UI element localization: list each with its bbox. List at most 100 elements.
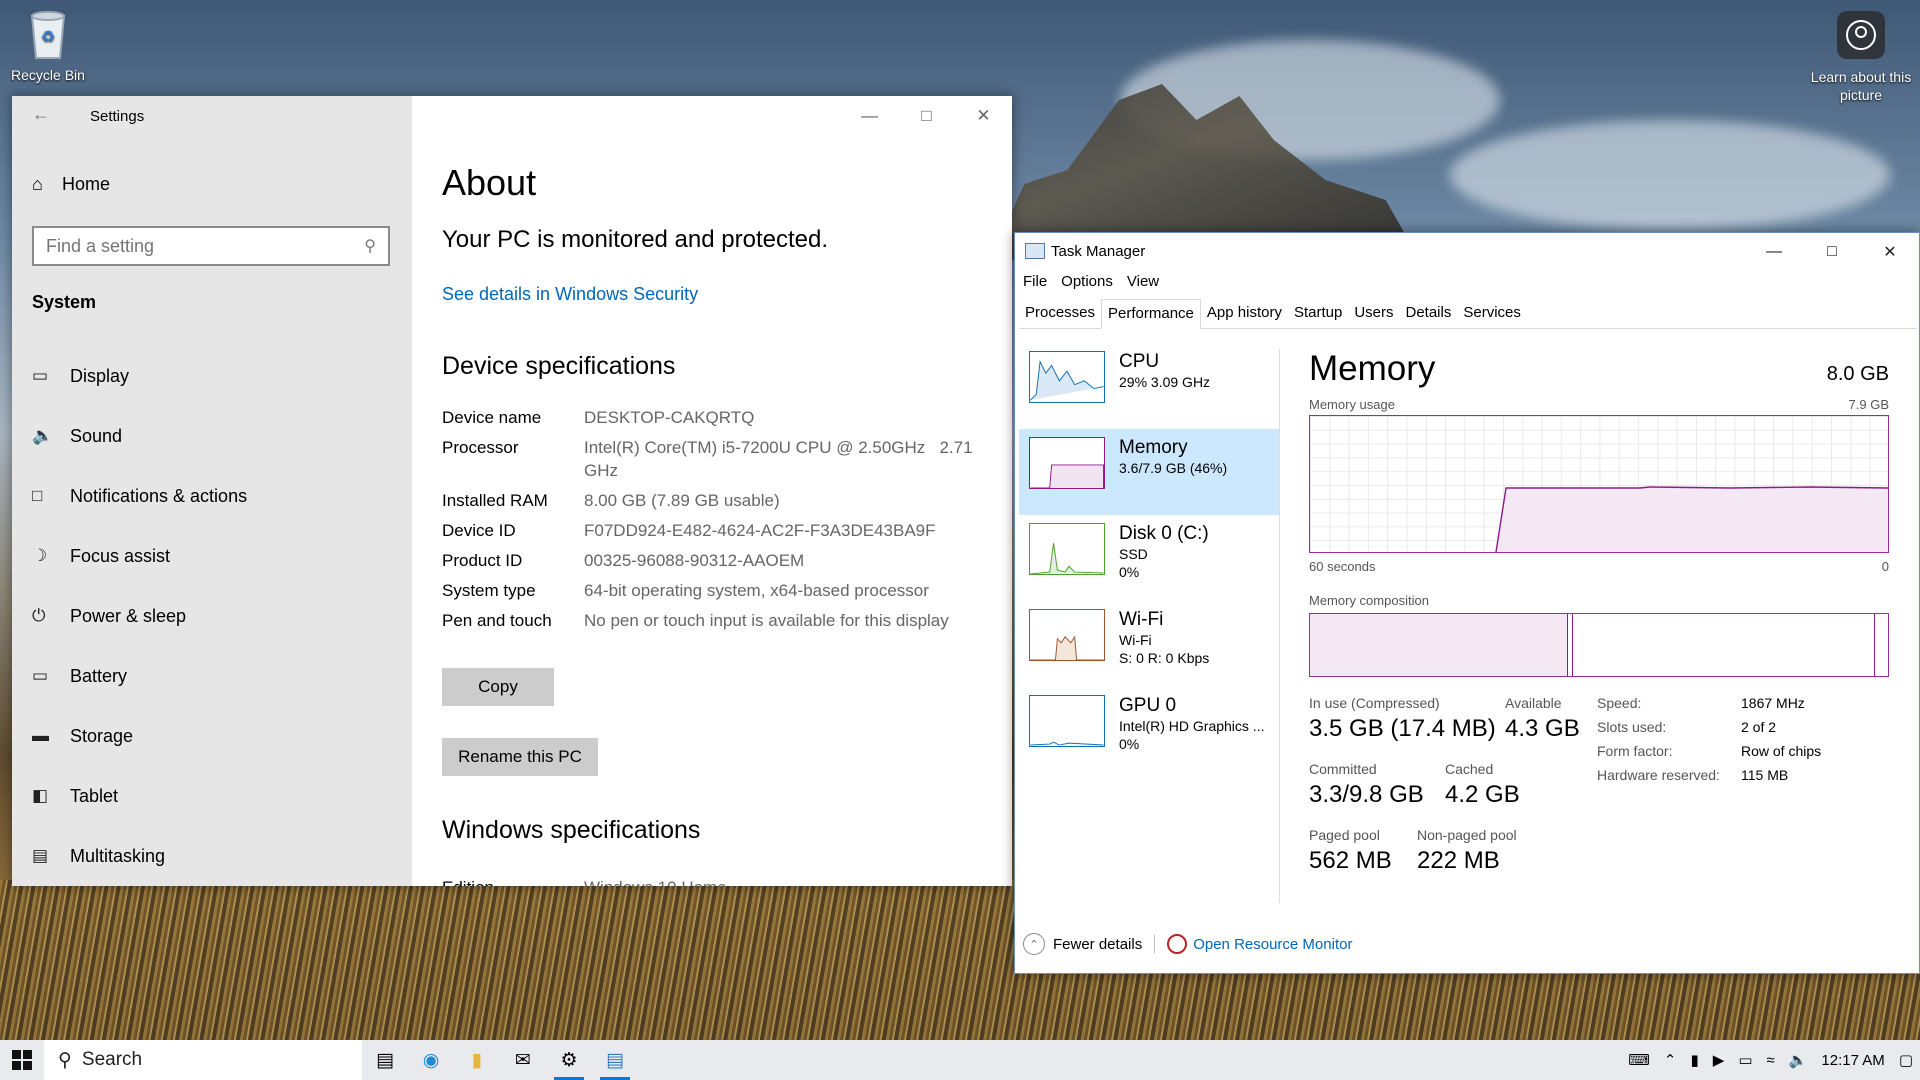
nav-item-tablet[interactable]: ◧ Tablet bbox=[32, 766, 392, 826]
resource-detail: 0% bbox=[1119, 736, 1140, 752]
tab-startup[interactable]: Startup bbox=[1288, 299, 1348, 328]
recycle-bin-shortcut[interactable]: ♻ Recycle Bin bbox=[6, 8, 90, 83]
mail-button[interactable]: ✉ bbox=[500, 1040, 546, 1080]
memory-total: 8.0 GB bbox=[1826, 363, 1889, 385]
home-label: Home bbox=[62, 174, 111, 194]
wifi-icon[interactable]: ≈ bbox=[1760, 1052, 1782, 1069]
task-manager-icon: ▤ bbox=[606, 1049, 624, 1071]
resource-detail: SSD bbox=[1119, 546, 1148, 562]
menu-file[interactable]: File bbox=[1023, 273, 1047, 290]
resource-detail: Intel(R) HD Graphics ... bbox=[1119, 718, 1265, 734]
task-manager-taskbar-button[interactable]: ▤ bbox=[592, 1040, 638, 1080]
available-value: 4.3 GB bbox=[1505, 715, 1580, 742]
nav-item-notifications[interactable]: □ Notifications & actions bbox=[32, 466, 392, 526]
spec-value: F07DD924-E482-4624-AC2F-F3A3DE43BA9F bbox=[584, 521, 936, 540]
task-view-button[interactable]: ▤ bbox=[362, 1040, 408, 1080]
tab-performance[interactable]: Performance bbox=[1101, 299, 1201, 329]
slots-value: 2 of 2 bbox=[1741, 719, 1777, 735]
nav-item-label: Storage bbox=[70, 725, 134, 746]
clock[interactable]: 12:17 AM bbox=[1814, 1052, 1891, 1069]
nav-item-battery[interactable]: ▭ Battery bbox=[32, 646, 392, 706]
menu-view[interactable]: View bbox=[1127, 273, 1159, 290]
volume-icon[interactable]: 🔈 bbox=[1782, 1051, 1815, 1069]
video-icon[interactable]: ▶ bbox=[1706, 1051, 1732, 1069]
battery-icon: ▭ bbox=[32, 666, 49, 685]
resource-wifi[interactable]: Wi-Fi Wi-Fi S: 0 R: 0 Kbps bbox=[1019, 601, 1279, 687]
back-arrow-icon[interactable]: ← bbox=[32, 104, 50, 125]
spec-key: Pen and touch bbox=[442, 611, 552, 630]
settings-taskbar-button[interactable]: ⚙ bbox=[546, 1040, 592, 1080]
resource-name: Memory bbox=[1119, 437, 1188, 458]
search-icon: ⚲ bbox=[58, 1049, 72, 1071]
nav-item-focus-assist[interactable]: ☽ Focus assist bbox=[32, 526, 392, 586]
nav-item-power-sleep[interactable]: ⏻ Power & sleep bbox=[32, 586, 392, 646]
paged-pool-value: 562 MB bbox=[1309, 847, 1392, 874]
notification-center-icon[interactable]: ▢ bbox=[1892, 1051, 1920, 1069]
learn-about-picture-shortcut[interactable]: Learn about this picture bbox=[1806, 10, 1916, 104]
fewer-details-link[interactable]: Fewer details bbox=[1053, 936, 1142, 953]
resource-gpu[interactable]: GPU 0 Intel(R) HD Graphics ... 0% bbox=[1019, 687, 1279, 773]
memory-title: Memory bbox=[1309, 349, 1436, 388]
form-factor-label: Form factor: bbox=[1597, 743, 1673, 759]
windows-logo-icon bbox=[12, 1050, 32, 1070]
task-manager-window: Task Manager — □ ✕ File Options View Pro… bbox=[1014, 232, 1920, 974]
windows-specs-heading: Windows specifications bbox=[442, 816, 701, 844]
nav-item-storage[interactable]: ▬ Storage bbox=[32, 706, 392, 766]
tab-app-history[interactable]: App history bbox=[1201, 299, 1288, 328]
hardware-reserved-label: Hardware reserved: bbox=[1597, 767, 1720, 783]
resource-memory[interactable]: Memory 3.6/7.9 GB (46%) bbox=[1019, 429, 1279, 515]
copy-button[interactable]: Copy bbox=[442, 668, 554, 706]
close-icon[interactable]: ✕ bbox=[1861, 233, 1919, 271]
taskbar-search-box[interactable]: ⚲ Search bbox=[44, 1040, 362, 1080]
standby-segment bbox=[1874, 614, 1875, 676]
taskbar: ⚲ Search ▤ ◉ ▮ ✉ ⚙ ▤ ⌨ ⌃ ▮ ▶ ▭ ≈ 🔈 12:17… bbox=[0, 1040, 1920, 1080]
resource-cpu[interactable]: CPU 29% 3.09 GHz bbox=[1019, 343, 1279, 429]
battery-icon[interactable]: ▭ bbox=[1731, 1051, 1759, 1069]
maximize-icon[interactable]: □ bbox=[1803, 233, 1861, 271]
page-title: About bbox=[442, 162, 537, 203]
chevron-up-icon[interactable]: ⌃ bbox=[1023, 933, 1045, 955]
settings-search-box[interactable]: ⚲ bbox=[32, 226, 390, 266]
edge-button[interactable]: ◉ bbox=[408, 1040, 454, 1080]
resource-name: CPU bbox=[1119, 351, 1160, 372]
tm-tabs: Processes Performance App history Startu… bbox=[1019, 299, 1917, 329]
nav-item-display[interactable]: ▭ Display bbox=[32, 346, 392, 406]
tab-processes[interactable]: Processes bbox=[1019, 299, 1101, 328]
spec-row: System type 64-bit operating system, x64-… bbox=[442, 579, 982, 602]
spec-value: 00325-96088-90312-AAOEM bbox=[584, 551, 805, 570]
nav-item-sound[interactable]: 🔈 Sound bbox=[32, 406, 392, 466]
tab-services[interactable]: Services bbox=[1457, 299, 1527, 328]
menu-options[interactable]: Options bbox=[1061, 273, 1113, 290]
tab-details[interactable]: Details bbox=[1400, 299, 1458, 328]
gpu-thumbnail-graph bbox=[1029, 695, 1105, 747]
settings-search-input[interactable] bbox=[46, 235, 365, 257]
settings-nav-list: ▭ Display 🔈 Sound □ Notifications & actions… bbox=[32, 346, 392, 886]
resource-disk[interactable]: Disk 0 (C:) SSD 0% bbox=[1019, 515, 1279, 601]
spec-value: Intel(R) Core(TM) i5-7200U CPU @ 2.50GHz… bbox=[584, 438, 978, 480]
home-nav-item[interactable]: ⌂ Home bbox=[32, 174, 110, 195]
tablet-mode-icon[interactable]: ▮ bbox=[1684, 1051, 1706, 1069]
tab-users[interactable]: Users bbox=[1348, 299, 1399, 328]
open-resource-monitor-link[interactable]: Open Resource Monitor bbox=[1193, 936, 1352, 953]
resource-detail: 0% bbox=[1119, 564, 1140, 580]
in-use-segment bbox=[1310, 614, 1568, 676]
spec-key: System type bbox=[442, 581, 536, 600]
spec-value: DESKTOP-CAKQRTQ bbox=[584, 408, 755, 427]
committed-value: 3.3/9.8 GB bbox=[1309, 781, 1424, 808]
file-explorer-button[interactable]: ▮ bbox=[454, 1040, 500, 1080]
chevron-up-icon[interactable]: ⌃ bbox=[1657, 1051, 1684, 1069]
nav-item-multitasking[interactable]: ▤ Multitasking bbox=[32, 826, 392, 886]
keyboard-icon[interactable]: ⌨ bbox=[1621, 1051, 1657, 1069]
minimize-icon[interactable]: — bbox=[1745, 233, 1803, 271]
committed-label: Committed bbox=[1309, 761, 1377, 777]
rename-pc-button[interactable]: Rename this PC bbox=[442, 738, 598, 776]
start-button[interactable] bbox=[0, 1050, 44, 1070]
spec-row: Device ID F07DD924-E482-4624-AC2F-F3A3DE4… bbox=[442, 519, 982, 542]
windows-security-link[interactable]: See details in Windows Security bbox=[442, 284, 698, 305]
device-specs-table: Device name DESKTOP-CAKQRTQ Processor Inte… bbox=[442, 406, 982, 639]
storage-icon: ▬ bbox=[32, 726, 49, 745]
panel-divider bbox=[1279, 349, 1280, 903]
spec-value: Windows 10 Home bbox=[584, 878, 727, 886]
spec-value: 64-bit operating system, x64-based proce… bbox=[584, 581, 929, 600]
memory-composition-label: Memory composition bbox=[1309, 593, 1429, 608]
